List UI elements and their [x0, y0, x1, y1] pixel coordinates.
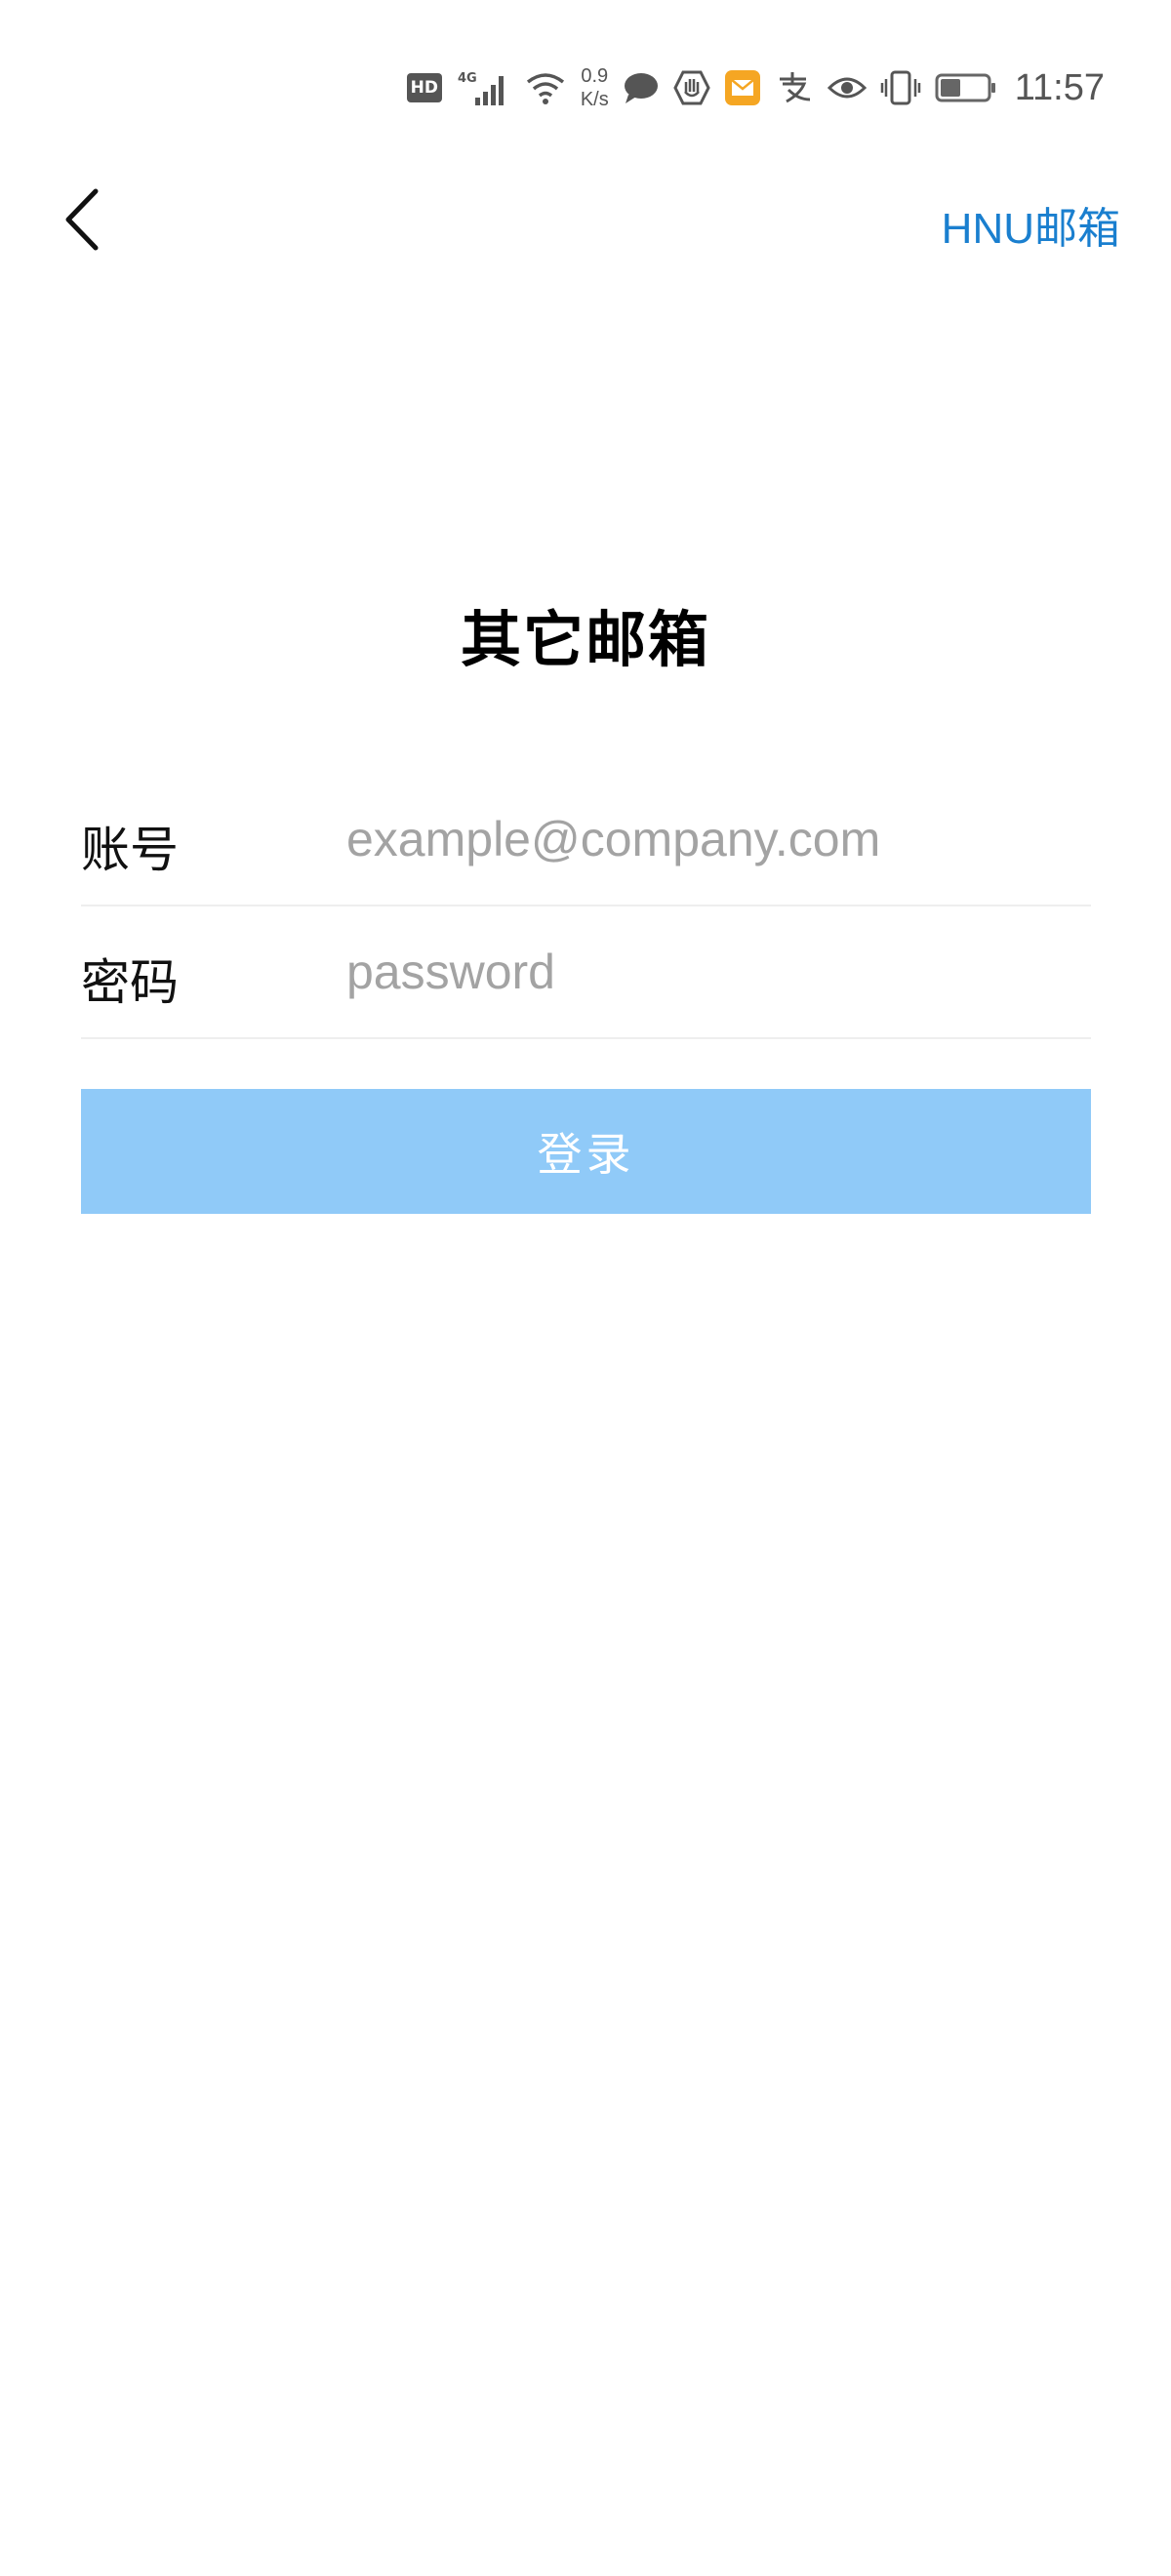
- nav-bar: HNU邮箱: [0, 176, 1171, 263]
- signal-4g-icon: 4G: [456, 68, 510, 107]
- clock-time: 11:57: [1014, 66, 1105, 108]
- password-label: 密码: [81, 954, 179, 1011]
- password-row: 密码: [81, 906, 1091, 1039]
- status-bar: HD 4G 0.9 K/s 11:57: [0, 0, 1171, 176]
- svg-text:4G: 4G: [458, 71, 477, 86]
- hand-shield-icon: [673, 70, 710, 105]
- account-row: 账号: [81, 774, 1091, 906]
- account-label: 账号: [81, 822, 179, 878]
- alipay-icon: [775, 70, 814, 105]
- net-speed-unit: K/s: [580, 89, 609, 110]
- password-input[interactable]: [346, 928, 1088, 1016]
- chevron-left-icon: [65, 188, 99, 251]
- hnu-mailbox-link[interactable]: HNU邮箱: [942, 193, 1120, 256]
- network-speed: 0.9 K/s: [581, 64, 609, 111]
- status-icons: HD 4G 0.9 K/s 11:57: [406, 57, 1105, 119]
- back-button[interactable]: [49, 185, 117, 254]
- chat-bubble-icon: [623, 71, 660, 104]
- login-screen: HD 4G 0.9 K/s 11:57 HNU邮箱 其它邮箱 账号 exampl…: [0, 0, 1171, 2576]
- mail-app-icon: [724, 69, 761, 106]
- hd-icon: HD: [406, 73, 442, 102]
- page-title: 其它邮箱: [460, 604, 710, 675]
- eye-icon: [827, 74, 867, 101]
- net-speed-value: 0.9: [581, 65, 609, 87]
- vibrate-icon: [880, 69, 921, 106]
- battery-icon: [935, 72, 997, 103]
- wifi-icon: [524, 70, 567, 105]
- account-input[interactable]: [346, 795, 1088, 883]
- login-button[interactable]: 登录: [81, 1089, 1091, 1214]
